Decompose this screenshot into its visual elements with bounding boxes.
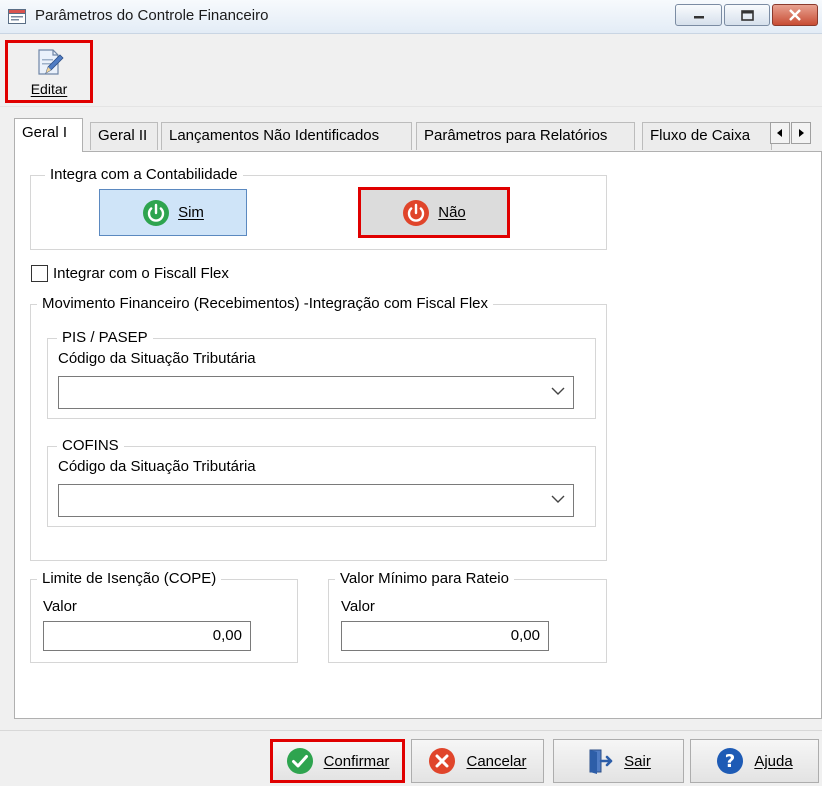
help-question-icon: ? — [717, 748, 744, 774]
check-circle-icon — [286, 748, 313, 774]
app-form-icon — [8, 9, 26, 24]
exit-label: Sair — [624, 752, 651, 770]
maximize-icon — [740, 9, 754, 21]
contabilidade-group: Integra com a Contabilidade Sim Não — [30, 166, 607, 250]
edit-label: Editar — [30, 81, 68, 97]
close-button[interactable] — [772, 4, 818, 26]
exit-door-icon — [589, 749, 613, 774]
minimize-button[interactable] — [675, 4, 722, 26]
pis-group-title: PIS / PASEP — [57, 329, 153, 346]
chevron-right-icon — [799, 129, 804, 137]
pis-cst-select[interactable] — [58, 376, 574, 409]
tab-lancamentos-nao-identificados[interactable]: Lançamentos Não Identificados — [161, 122, 412, 150]
tab-scroll-left-button[interactable] — [770, 122, 790, 144]
limite-group-title: Limite de Isenção (COPE) — [37, 570, 222, 587]
cofins-group-title: COFINS — [57, 437, 124, 454]
exit-button[interactable]: Sair — [553, 739, 684, 783]
contabilidade-group-title: Integra com a Contabilidade — [45, 166, 243, 183]
close-icon — [789, 9, 801, 21]
fiscal-flex-label[interactable]: Integrar com o Fiscall Flex — [53, 265, 229, 282]
edit-pencil-icon — [38, 49, 64, 75]
confirm-button[interactable]: Confirmar — [270, 739, 405, 783]
cancel-x-icon — [429, 748, 456, 774]
nao-button[interactable]: Não — [358, 187, 510, 238]
valor-minimo-valor-label: Valor — [341, 598, 375, 615]
valor-minimo-valor-input[interactable]: 0,00 — [341, 621, 549, 651]
sim-button[interactable]: Sim — [99, 189, 247, 236]
tab-geral-i[interactable]: Geral I — [14, 118, 83, 152]
power-off-icon — [403, 199, 430, 226]
cofins-cst-select[interactable] — [58, 484, 574, 517]
chevron-down-icon — [551, 387, 565, 395]
tab-parametros-relatorios[interactable]: Parâmetros para Relatórios — [416, 122, 635, 150]
limite-isencao-group: Limite de Isenção (COPE) Valor 0,00 — [30, 570, 298, 663]
tab-strip: Geral I Geral II Lançamentos Não Identif… — [14, 116, 822, 152]
svg-text:?: ? — [725, 751, 735, 772]
confirm-label: Confirmar — [323, 752, 390, 770]
edit-button[interactable]: Editar — [5, 40, 93, 103]
pis-cst-label: Código da Situação Tributária — [58, 350, 256, 367]
tab-fluxo-de-caixa[interactable]: Fluxo de Caixa — [642, 122, 772, 150]
cancel-label: Cancelar — [466, 752, 527, 770]
cofins-group: COFINS Código da Situação Tributária — [47, 437, 596, 527]
nao-label: Não — [438, 204, 466, 221]
power-on-icon — [143, 199, 170, 226]
help-label: Ajuda — [754, 752, 793, 770]
toolbar — [0, 35, 822, 107]
limite-valor-label: Valor — [43, 598, 77, 615]
pis-pasep-group: PIS / PASEP Código da Situação Tributári… — [47, 329, 596, 419]
valor-minimo-rateio-group: Valor Mínimo para Rateio Valor 0,00 — [328, 570, 607, 663]
fiscal-flex-checkbox[interactable] — [31, 265, 48, 282]
valor-minimo-group-title: Valor Mínimo para Rateio — [335, 570, 514, 587]
cofins-cst-label: Código da Situação Tributária — [58, 458, 256, 475]
limite-valor-input[interactable]: 0,00 — [43, 621, 251, 651]
maximize-button[interactable] — [724, 4, 770, 26]
tab-scroll-right-button[interactable] — [791, 122, 811, 144]
tab-geral-ii[interactable]: Geral II — [90, 122, 158, 150]
window-title: Parâmetros do Controle Financeiro — [35, 7, 269, 24]
tab-page-geral-i: Integra com a Contabilidade Sim Não Inte… — [14, 151, 822, 719]
minimize-icon — [693, 16, 704, 19]
sim-label: Sim — [178, 204, 204, 221]
chevron-left-icon — [777, 129, 782, 137]
movimento-financeiro-group: Movimento Financeiro (Recebimentos) -Int… — [30, 295, 607, 561]
movimento-group-title: Movimento Financeiro (Recebimentos) -Int… — [37, 295, 493, 312]
cancel-button[interactable]: Cancelar — [411, 739, 544, 783]
help-button[interactable]: ? Ajuda — [690, 739, 819, 783]
chevron-down-icon — [551, 495, 565, 503]
